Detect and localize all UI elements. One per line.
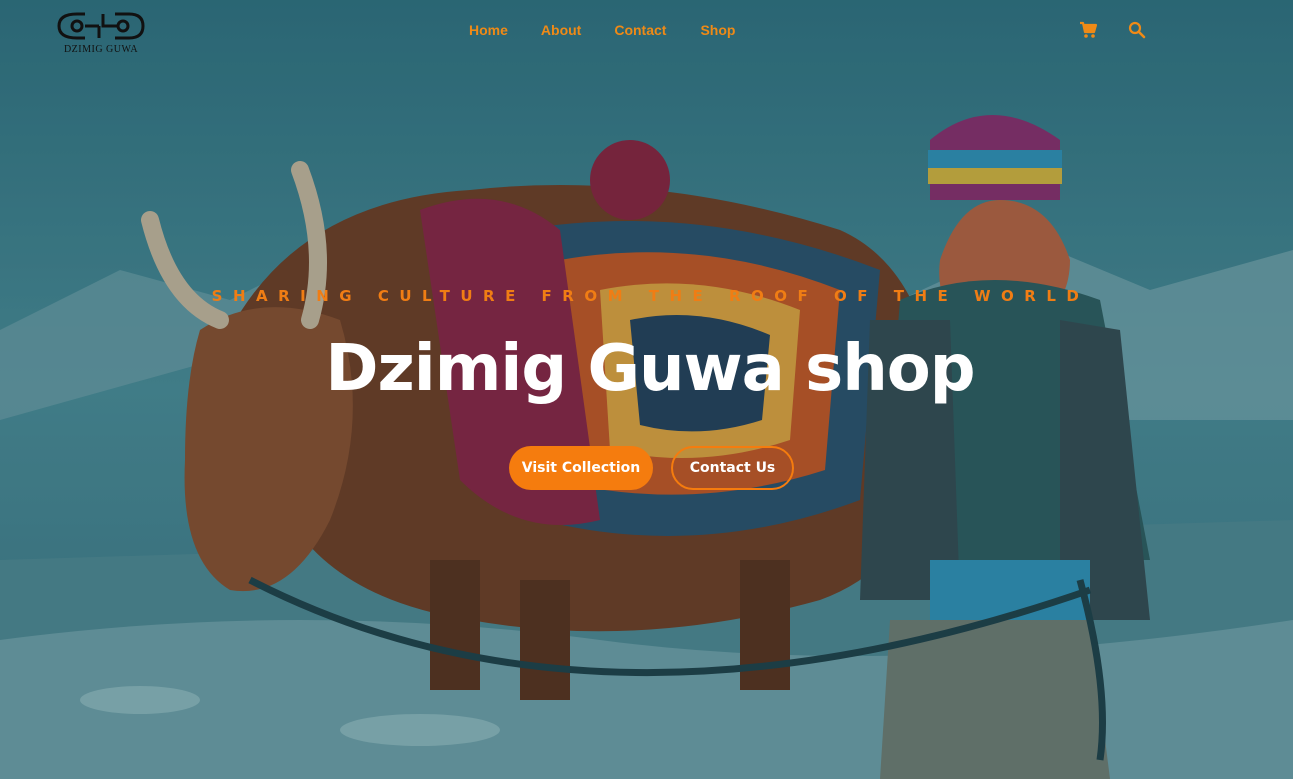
shopping-cart-icon[interactable] (1078, 20, 1098, 40)
search-icon[interactable] (1127, 20, 1147, 40)
logo-mark-icon (57, 12, 145, 40)
hero-tagline: SHARING CULTURE FROM THE ROOF OF THE WOR… (211, 287, 1090, 305)
hero-title: Dzimig Guwa shop (325, 332, 975, 406)
visit-collection-button[interactable]: Visit Collection (509, 446, 653, 490)
site-header: DZIMIG GUWA Home About Contact Shop (0, 0, 1293, 60)
logo-text: DZIMIG GUWA (63, 44, 139, 55)
main-nav: Home About Contact Shop (469, 20, 735, 40)
nav-contact[interactable]: Contact (614, 20, 666, 40)
nav-home[interactable]: Home (469, 20, 508, 40)
brand-logo[interactable]: DZIMIG GUWA (55, 12, 147, 58)
nav-about[interactable]: About (541, 20, 581, 40)
nav-shop[interactable]: Shop (700, 20, 735, 40)
contact-us-button[interactable]: Contact Us (671, 446, 794, 490)
